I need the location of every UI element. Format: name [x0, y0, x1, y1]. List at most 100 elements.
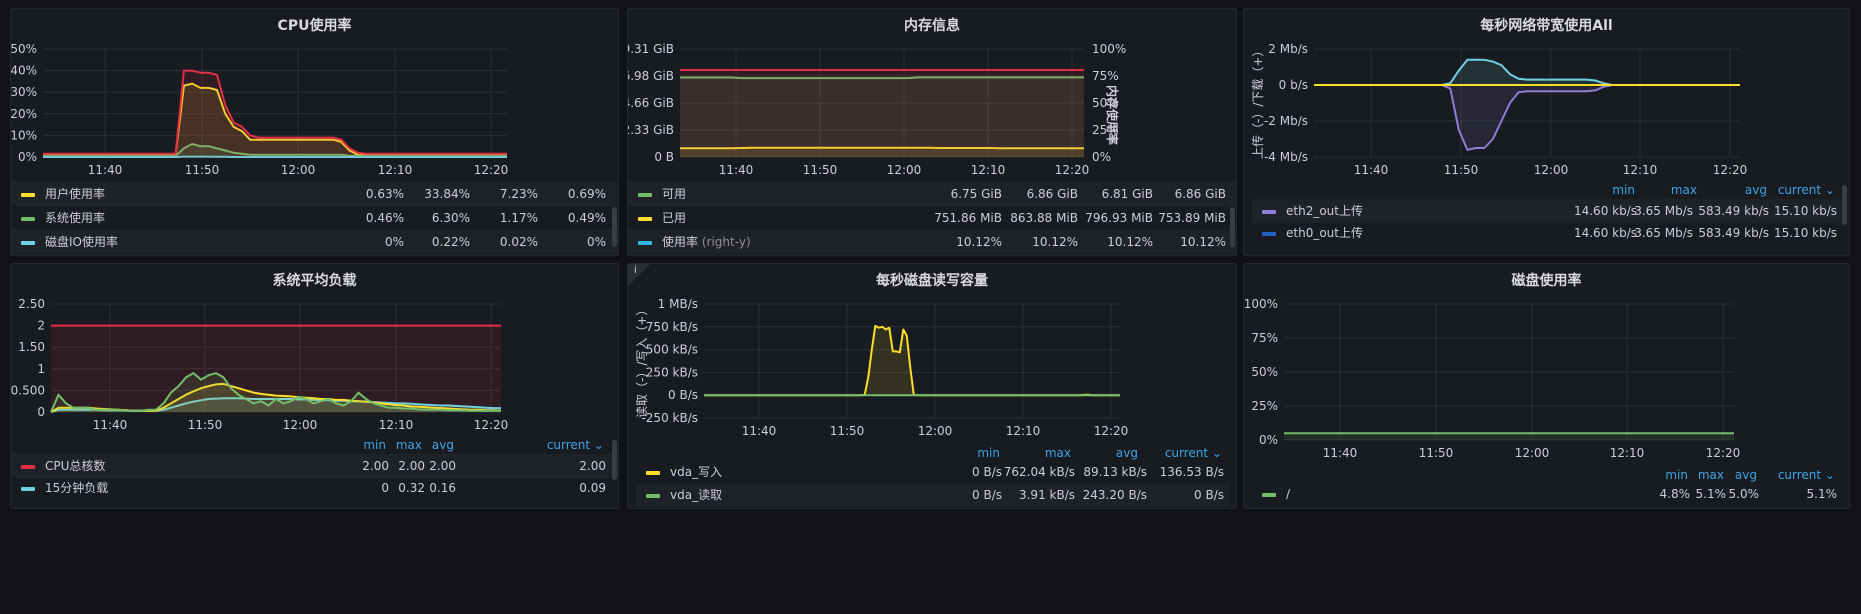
legend-max: 3.65 Mb/s — [1634, 226, 1693, 240]
disk-usage-chart[interactable]: 100% 75% 50% 25% 0% 11:40 11:50 12:00 12:10 12:20 — [1244, 264, 1850, 464]
legend-header-min[interactable]: min — [1612, 183, 1635, 197]
legend-header-max[interactable]: max — [396, 438, 422, 452]
series-name: eth2_out上传 — [1286, 204, 1363, 218]
y-tick-label: 2 Mb/s — [1268, 42, 1308, 56]
series-swatch — [1262, 232, 1276, 236]
y-tick-label: 20% — [11, 107, 37, 121]
legend-min: 14.60 kb/s — [1573, 226, 1637, 240]
panel-disk-io[interactable]: i 每秒磁盘读写容量 1 MB/s 750 kB/s 500 kB/s 250 kB/… — [627, 263, 1237, 509]
legend-row[interactable]: CPU总核数 2.00 2.00 2.00 2.00 — [11, 454, 618, 478]
x-tick-label: 12:20 — [474, 163, 509, 177]
legend-header-avg[interactable]: avg — [1735, 468, 1757, 482]
legend-row[interactable]: vda_写入 0 B/s 762.04 kB/s 89.13 kB/s 136.… — [636, 460, 1230, 484]
disk-io-chart[interactable]: 1 MB/s 750 kB/s 500 kB/s 250 kB/s 0 B/s -250 … — [628, 264, 1237, 444]
legend-max: 6.86 GiB — [1026, 187, 1078, 201]
legend-row[interactable]: vda_读取 0 B/s 3.91 kB/s 243.20 B/s 0 B/s — [636, 483, 1230, 507]
legend: vda_写入 0 B/s 762.04 kB/s 89.13 kB/s 136.… — [636, 460, 1230, 508]
legend-header-min[interactable]: min — [363, 438, 386, 452]
legend-header-current[interactable]: current ⌄ — [547, 438, 604, 452]
x-tick-label: 11:50 — [185, 163, 220, 177]
series-area — [1314, 85, 1740, 150]
legend-row[interactable]: / 4.8% 5.1% 5.0% 5.1% — [1252, 482, 1843, 506]
series-area — [1314, 59, 1740, 85]
right-axis-label: 内存使用率 — [1105, 85, 1120, 145]
legend-row[interactable]: 系统使用率 0.46% 6.30% 1.17% 0.49% — [11, 206, 618, 230]
legend-header-min[interactable]: min — [977, 446, 1000, 460]
x-tick-label: 12:00 — [1534, 163, 1569, 177]
legend-row[interactable]: 已用 751.86 MiB 863.88 MiB 796.93 MiB 753.… — [628, 206, 1236, 230]
y2-tick-label: 0% — [1092, 150, 1111, 164]
y-tick-label: 0% — [18, 150, 37, 164]
legend-avg: 583.49 kb/s — [1698, 226, 1769, 240]
legend-scrollbar[interactable] — [612, 440, 617, 480]
series-area — [680, 70, 1084, 157]
legend-max: 6.30% — [431, 211, 470, 225]
legend-avg: 6.81 GiB — [1101, 187, 1153, 201]
legend-min: 2.00 — [362, 459, 389, 473]
legend-current: 5.1% — [1806, 487, 1838, 501]
legend-row[interactable]: 使用率 (right-y) 10.12% 10.12% 10.12% 10.12… — [628, 230, 1236, 254]
panel-cpu-usage[interactable]: CPU使用率 50% 40% 30% 20% 10% 0% 11:40 11:50 12:00 1… — [10, 8, 619, 256]
legend-row[interactable]: eth0_out上传 14.60 kb/s 3.65 Mb/s 583.49 k… — [1252, 221, 1843, 245]
series-name-text: 可用 — [662, 187, 687, 201]
x-tick-label: 11:40 — [93, 418, 128, 432]
x-tick-label: 12:00 — [281, 163, 316, 177]
series-swatch — [21, 193, 35, 197]
x-tick-label: 12:00 — [918, 424, 953, 438]
legend-header-avg[interactable]: avg — [1116, 446, 1138, 460]
legend-max: 10.12% — [1032, 235, 1078, 249]
series-name: CPU总核数 — [45, 459, 106, 473]
legend-max: 3.65 Mb/s — [1634, 204, 1693, 218]
legend-current: 0.49% — [567, 211, 606, 225]
y-tick-label: 30% — [11, 85, 37, 99]
panel-network-bandwidth[interactable]: 每秒网络带宽使用All 2 Mb/s 0 b/s -2 Mb/s -4 Mb/s 11:… — [1243, 8, 1850, 256]
legend-row[interactable]: eth2_out上传 14.60 kb/s 3.65 Mb/s 583.49 k… — [1252, 199, 1843, 223]
y-tick-label: 100% — [1244, 297, 1278, 311]
legend-current: 15.10 kb/s — [1773, 204, 1837, 218]
series-name: 系统使用率 — [45, 211, 106, 225]
x-tick-label: 12:00 — [283, 418, 318, 432]
x-tick-label: 12:10 — [378, 163, 413, 177]
legend-scrollbar[interactable] — [612, 207, 617, 247]
legend-min: 4.8% — [1659, 487, 1691, 501]
legend-row[interactable]: 15分钟负载 0 0.32 0.16 0.09 — [11, 476, 618, 500]
legend-header-max[interactable]: max — [1698, 468, 1724, 482]
series-swatch — [638, 193, 652, 197]
legend-min: 0 B/s — [972, 465, 1002, 479]
legend-header-max[interactable]: max — [1045, 446, 1071, 460]
load-chart[interactable]: 2.50 2 1.50 1 0.500 0 11:40 11:50 12:00 12:10 12:2… — [11, 264, 619, 444]
series-swatch — [638, 217, 652, 221]
y-tick-label: 25% — [1251, 399, 1278, 413]
y-tick-label: 2.50 — [18, 297, 45, 311]
legend-scrollbar[interactable] — [1842, 185, 1847, 225]
series-axis-hint: (right-y) — [701, 235, 751, 249]
legend-row[interactable]: 用户使用率 0.63% 33.84% 7.23% 0.69% — [11, 182, 618, 206]
y2-tick-label: 75% — [1092, 69, 1119, 83]
panel-disk-usage[interactable]: 磁盘使用率 100% 75% 50% 25% 0% 11:40 11:50 12:00 12:1… — [1243, 263, 1850, 509]
y-tick-label: 250 kB/s — [646, 365, 698, 379]
y-tick-label: 0% — [1259, 433, 1278, 447]
legend-header-avg[interactable]: avg — [1745, 183, 1767, 197]
legend-avg: 583.49 kb/s — [1698, 204, 1769, 218]
legend-avg: 10.12% — [1107, 235, 1153, 249]
legend-header-current[interactable]: current ⌄ — [1778, 468, 1835, 482]
legend-row[interactable]: 可用 6.75 GiB 6.86 GiB 6.81 GiB 6.86 GiB — [628, 182, 1236, 206]
legend-row[interactable]: 磁盘IO使用率 0% 0.22% 0.02% 0% — [11, 230, 618, 254]
panel-system-load[interactable]: 系统平均负载 2.50 2 1.50 1 0.500 0 11:40 11:50 12:00 12… — [10, 263, 619, 509]
legend-header-current[interactable]: current ⌄ — [1165, 446, 1222, 460]
y-tick-label: 50% — [11, 42, 37, 56]
legend-header-max[interactable]: max — [1671, 183, 1697, 197]
legend-min: 10.12% — [956, 235, 1002, 249]
legend-header-current[interactable]: current ⌄ — [1778, 183, 1835, 197]
legend-current: 6.86 GiB — [1174, 187, 1226, 201]
legend-header-min[interactable]: min — [1665, 468, 1688, 482]
legend-avg: 0.16 — [429, 481, 456, 495]
panel-memory-info[interactable]: 内存信息 9.31 GiB6.98 GiB4.66 GiB2.33 GiB0 B… — [627, 8, 1237, 256]
legend-scrollbar[interactable] — [1230, 207, 1235, 247]
x-tick-label: 12:00 — [1515, 446, 1550, 460]
series-name-text: 已用 — [662, 211, 687, 225]
y-tick-label: 0.500 — [11, 383, 45, 397]
series-name: eth0_out上传 — [1286, 226, 1363, 240]
legend-min: 0 — [381, 481, 389, 495]
legend-header-avg[interactable]: avg — [432, 438, 454, 452]
